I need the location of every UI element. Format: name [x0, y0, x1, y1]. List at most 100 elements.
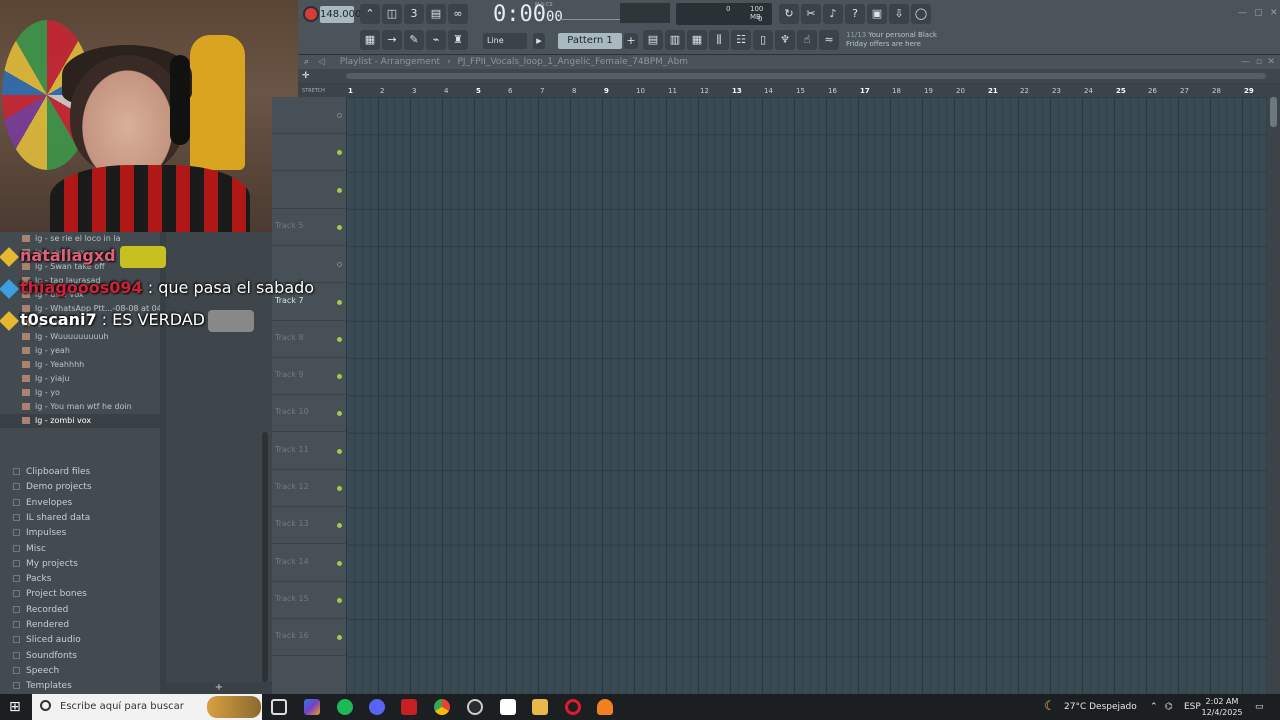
browser-folder-item[interactable]: ▢ Impulses	[0, 526, 162, 541]
minimize-icon[interactable]: —	[1238, 8, 1247, 18]
vertical-scrollbar[interactable]	[1267, 85, 1280, 694]
track-header[interactable]: Track 15	[272, 582, 346, 619]
lang-indicator[interactable]: ESP	[1184, 694, 1201, 720]
track-header[interactable]: Track 10	[272, 395, 346, 433]
opera-icon[interactable]	[565, 699, 581, 715]
search-icon[interactable]: ⌕	[304, 57, 309, 67]
browser-file-item[interactable]: lg - se rie el loco in la	[0, 232, 162, 246]
pattern-selector[interactable]: Pattern 1	[558, 33, 622, 49]
stamp-icon[interactable]: ♜	[448, 30, 468, 50]
track-mute-led[interactable]	[337, 597, 342, 603]
capcut-icon[interactable]	[500, 699, 516, 715]
track-mute-led[interactable]	[337, 448, 342, 454]
browser-folder-item[interactable]: ▢ Soundfonts	[0, 649, 162, 664]
app-icon-red[interactable]	[401, 699, 417, 715]
plug-icon[interactable]: ♆	[775, 30, 795, 50]
track-header[interactable]: Track 9	[272, 358, 346, 396]
browser-folder-item[interactable]: ▢ My projects	[0, 557, 162, 572]
maximize-icon[interactable]: ▢	[1254, 8, 1263, 18]
browser-folder-item[interactable]: ▢ Demo projects	[0, 480, 162, 495]
track-header[interactable]: Track 13	[272, 507, 346, 545]
track-mute-led[interactable]	[337, 336, 342, 342]
network-icon[interactable]: ⌬	[1165, 694, 1173, 720]
browser-file-item[interactable]: lg - yeah	[0, 344, 162, 358]
horizontal-scrollbar[interactable]	[346, 73, 1266, 79]
track-header[interactable]: Track 5	[272, 209, 346, 246]
timeline-ruler[interactable]: 1 2 3 4 5 6 7 8 9 10 11 12 13 14 15 16 17 18 19 20 21 22 23 24 2…	[345, 85, 1267, 97]
track-mute-led[interactable]	[337, 523, 342, 529]
taskbar-search[interactable]: Escribe aquí para buscar	[32, 694, 262, 720]
tempo-display[interactable]: 148.000	[320, 6, 361, 23]
github-icon[interactable]	[467, 699, 483, 715]
help-icon[interactable]: ?	[845, 4, 865, 24]
playlist-close-icon[interactable]: ✕	[1267, 55, 1275, 69]
spotify-icon[interactable]	[337, 699, 353, 715]
track-mute-led[interactable]	[337, 560, 342, 566]
snap-plus-icon[interactable]: ✛	[302, 71, 310, 81]
track-mute-led[interactable]	[337, 262, 342, 268]
playlist-view-icon[interactable]: ▤	[643, 30, 663, 50]
track-mute-led[interactable]	[337, 150, 342, 156]
pencil-icon[interactable]: ✎	[404, 30, 424, 50]
step-edit-icon[interactable]: ▤	[426, 4, 446, 24]
browser-folder-item[interactable]: ▢ Clipboard files	[0, 465, 162, 480]
browser-file-item[interactable]: lg - yo	[0, 386, 162, 400]
snap-selector[interactable]: Line	[483, 33, 527, 49]
track-mute-led[interactable]	[337, 299, 342, 305]
chevron-up-icon[interactable]: ⌃	[1150, 694, 1158, 720]
track-header[interactable]: Track 14	[272, 545, 346, 582]
chat-icon[interactable]: ◯	[911, 4, 931, 24]
track-header[interactable]: Track 11	[272, 433, 346, 470]
fl-studio-icon[interactable]	[597, 699, 613, 715]
wait-input-icon[interactable]: ◫	[382, 4, 402, 24]
scroll-thumb[interactable]	[1270, 97, 1277, 127]
track-mute-led[interactable]	[337, 411, 342, 417]
track-mute-led[interactable]	[337, 486, 342, 491]
weather-text[interactable]: 27°C Despejado	[1064, 694, 1137, 720]
browser-file-item[interactable]: lg - zombi vox	[0, 414, 162, 428]
piano-roll-icon[interactable]: ▥	[665, 30, 685, 50]
speaker-icon[interactable]: ◁	[318, 57, 325, 67]
loop-record-icon[interactable]: ∞	[448, 4, 468, 24]
cut-icon[interactable]: ✂	[801, 4, 821, 24]
browser-file-item[interactable]: lg - yiaju	[0, 372, 162, 386]
track-header[interactable]: Track 16	[272, 619, 346, 657]
task-view-icon[interactable]	[271, 699, 287, 715]
browser-folder-item[interactable]: ▢ Recorded	[0, 603, 162, 618]
browser-folder-item[interactable]: ▢ Templates	[0, 679, 162, 694]
track-header[interactable]	[272, 134, 346, 172]
browser-folder-item[interactable]: ▢ Speech	[0, 664, 162, 679]
discord-icon[interactable]	[369, 699, 385, 715]
mixer-icon[interactable]: ⫼	[709, 30, 729, 50]
touch-icon[interactable]: ☝	[797, 30, 817, 50]
track-header[interactable]: Track 8	[272, 321, 346, 358]
refresh-icon[interactable]: ↻	[779, 4, 799, 24]
track-mute-led[interactable]	[337, 187, 342, 193]
preview-scrollbar[interactable]	[262, 432, 268, 682]
countdown-icon[interactable]: 3	[404, 4, 424, 24]
channel-rack-icon[interactable]: ▦	[687, 30, 707, 50]
playlist-grid[interactable]	[346, 97, 1267, 694]
windows-start-icon[interactable]: ⊞	[9, 699, 25, 715]
pattern-prev-icon[interactable]: ▸	[533, 33, 545, 49]
add-pattern-icon[interactable]: +	[624, 33, 638, 49]
playlist-icon[interactable]: ▦	[360, 30, 380, 50]
browser-folder-item[interactable]: ▢ Rendered	[0, 618, 162, 633]
arrow-right-icon[interactable]: →	[382, 30, 402, 50]
master-volume-slider[interactable]	[560, 8, 620, 20]
microphone-icon[interactable]: ♪	[823, 4, 843, 24]
plugin-icon[interactable]: ▯	[753, 30, 773, 50]
track-header[interactable]	[272, 172, 346, 209]
file-explorer-icon[interactable]	[532, 699, 548, 715]
track-mute-led[interactable]	[337, 374, 342, 380]
playlist-minimize-icon[interactable]: —	[1241, 55, 1250, 69]
close-icon[interactable]: ✕	[1270, 8, 1278, 18]
browser-folder-item[interactable]: ▢ Misc	[0, 542, 162, 557]
record-button[interactable]	[303, 6, 319, 22]
playlist-maximize-icon[interactable]: ▫	[1256, 55, 1262, 69]
browser-folder-item[interactable]: ▢ Project bones	[0, 587, 162, 602]
copilot-icon[interactable]	[304, 699, 320, 715]
save-icon[interactable]: ▣	[867, 4, 887, 24]
browser-file-item[interactable]: lg - Yeahhhh	[0, 358, 162, 372]
stretch-label[interactable]: STRETCH	[298, 85, 345, 97]
